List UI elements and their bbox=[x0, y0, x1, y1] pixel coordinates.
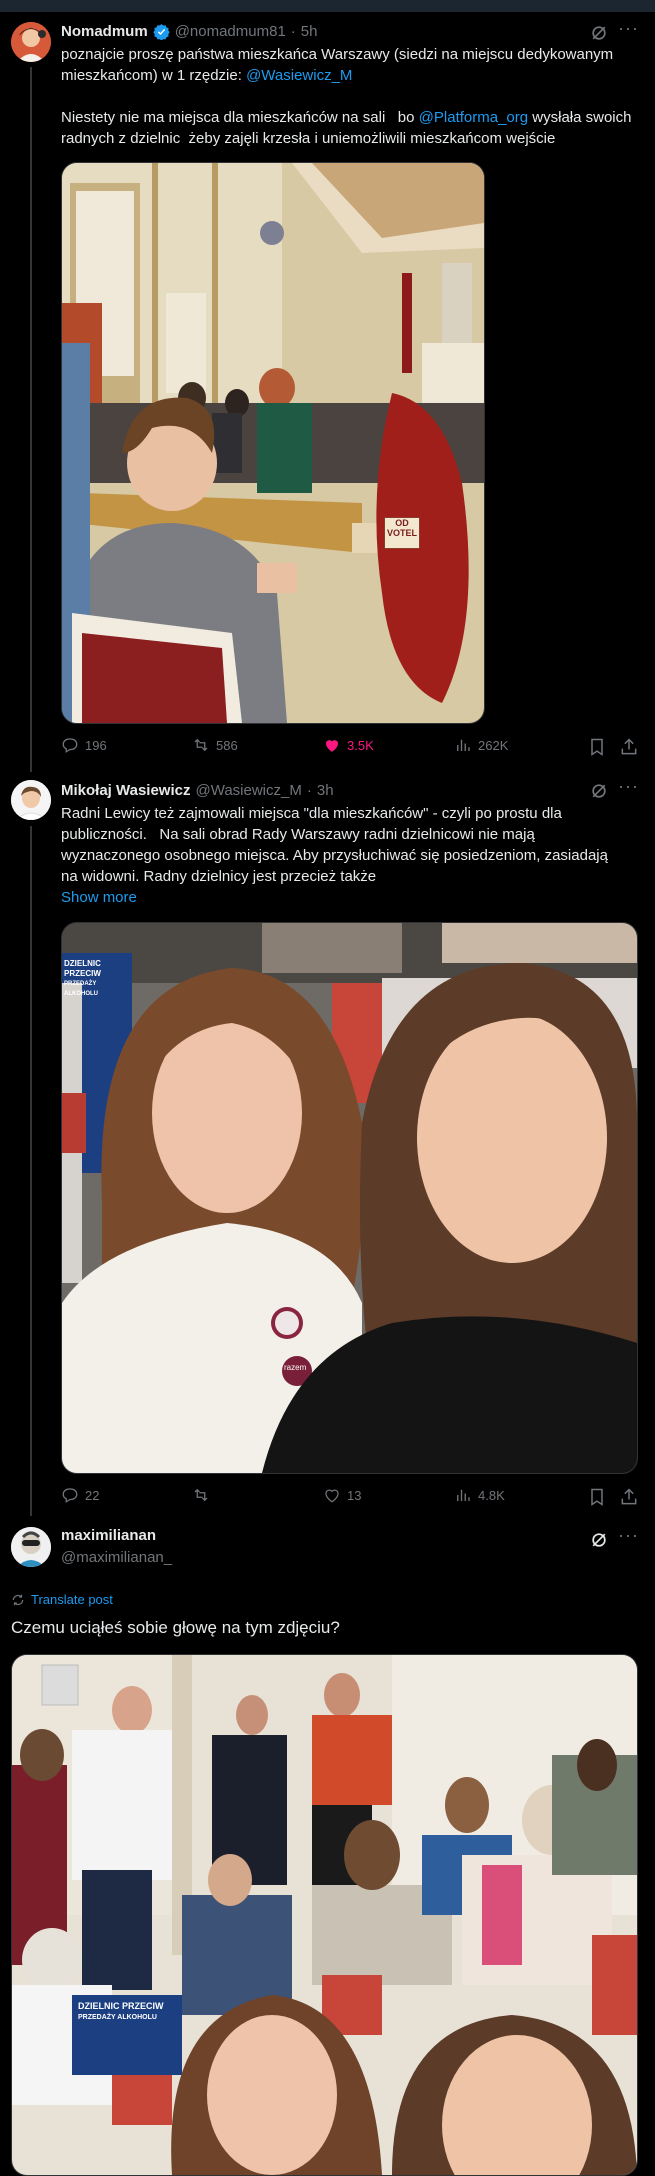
avatar[interactable] bbox=[11, 22, 51, 62]
display-name[interactable]: Nomadmum bbox=[61, 23, 148, 40]
like-count: 3.5K bbox=[347, 737, 374, 753]
mention-link[interactable]: @Wasiewicz_M bbox=[246, 67, 352, 84]
tweet-header: maximilianan bbox=[61, 1527, 156, 1544]
top-strip bbox=[0, 0, 655, 12]
reply-button[interactable]: 22 bbox=[61, 1486, 99, 1504]
repost-icon bbox=[194, 738, 208, 752]
pin-badge: razem bbox=[284, 1363, 307, 1372]
timestamp[interactable]: 5h bbox=[301, 23, 318, 40]
tweet-photo[interactable]: OD VOTEL bbox=[61, 162, 485, 724]
handle[interactable]: @nomadmum81 bbox=[175, 23, 286, 40]
show-more-link[interactable]: Show more bbox=[61, 887, 137, 908]
more-options-icon[interactable]: ··· bbox=[618, 18, 639, 39]
heart-icon bbox=[325, 1489, 339, 1503]
repost-icon bbox=[194, 1488, 208, 1502]
tweet-nomadmum[interactable]: Nomadmum @nomadmum81 · 5h ··· poznajcie … bbox=[0, 12, 655, 772]
reply-icon bbox=[62, 1488, 78, 1503]
mention-link[interactable]: @Platforma_org bbox=[419, 109, 528, 126]
views-button[interactable]: 4.8K bbox=[454, 1486, 505, 1504]
views-button[interactable]: 262K bbox=[454, 736, 508, 754]
reply-icon bbox=[62, 738, 78, 753]
tweet-text: poznajcie proszę państwa mieszkańca Wars… bbox=[61, 46, 636, 147]
thread-line bbox=[30, 67, 32, 772]
desk-sign: OD VOTEL bbox=[384, 517, 420, 549]
bookmark-icon[interactable] bbox=[587, 737, 607, 757]
display-name[interactable]: Mikołaj Wasiewicz bbox=[61, 782, 191, 799]
tweet-photo[interactable]: DZIELNIC PRZECIW PRZEDAŻY ALKOHOLU razem bbox=[61, 922, 638, 1474]
timestamp[interactable]: 3h bbox=[317, 782, 334, 799]
separator: · bbox=[290, 23, 296, 40]
more-options-icon[interactable]: ··· bbox=[618, 1525, 639, 1546]
repost-button[interactable]: 586 bbox=[192, 736, 238, 754]
reply-button[interactable]: 196 bbox=[61, 736, 107, 754]
views-icon bbox=[457, 1489, 470, 1501]
share-icon[interactable] bbox=[619, 1487, 639, 1507]
heart-filled-icon bbox=[326, 740, 338, 752]
translate-icon bbox=[12, 1594, 24, 1605]
tweet-text: Czemu uciąłeś sobie głowę na tym zdjęciu… bbox=[11, 1618, 340, 1637]
banner-text: DZIELNIC PRZECIW PRZEDAŻY ALKOHOLU bbox=[78, 2001, 164, 2021]
handle[interactable]: @Wasiewicz_M bbox=[196, 782, 302, 799]
grok-icon[interactable] bbox=[589, 1530, 609, 1550]
grok-icon[interactable] bbox=[589, 23, 609, 43]
repost-count: 586 bbox=[216, 737, 238, 753]
tweet-actions: 196 586 3.5K 262K bbox=[61, 736, 641, 758]
view-count: 262K bbox=[478, 737, 509, 753]
more-options-icon[interactable]: ··· bbox=[618, 776, 639, 797]
bookmark-icon[interactable] bbox=[587, 1487, 607, 1507]
tweet-header: Nomadmum @nomadmum81 · 5h bbox=[61, 23, 317, 40]
translate-post-link[interactable]: Translate post bbox=[11, 1592, 113, 1607]
like-count: 13 bbox=[347, 1487, 362, 1503]
banner-text: DZIELNIC PRZECIW PRZEDAŻY ALKOHOLU bbox=[64, 959, 101, 997]
grok-icon[interactable] bbox=[589, 781, 609, 801]
reply-count: 22 bbox=[85, 1487, 100, 1503]
tweet-photo[interactable]: DZIELNIC PRZECIW PRZEDAŻY ALKOHOLU bbox=[11, 1654, 638, 2176]
reply-count: 196 bbox=[85, 737, 107, 753]
handle[interactable]: @maximilianan_ bbox=[61, 1549, 172, 1566]
avatar[interactable] bbox=[11, 780, 51, 820]
verified-badge-icon bbox=[152, 24, 170, 40]
views-icon bbox=[457, 739, 470, 751]
like-button[interactable]: 3.5K bbox=[323, 736, 374, 754]
repost-button[interactable] bbox=[192, 1486, 216, 1504]
view-count: 4.8K bbox=[478, 1487, 505, 1503]
separator: · bbox=[306, 782, 312, 799]
avatar[interactable] bbox=[11, 1527, 51, 1567]
tweet-subheader: @maximilianan_ bbox=[61, 1549, 172, 1566]
thread-line bbox=[30, 826, 32, 1516]
share-icon[interactable] bbox=[619, 737, 639, 757]
tweet-maximilianan[interactable]: maximilianan @maximilianan_ ··· Translat… bbox=[0, 1512, 655, 2176]
tweet-actions: 22 13 4.8K bbox=[61, 1486, 641, 1508]
display-name[interactable]: maximilianan bbox=[61, 1527, 156, 1544]
tweet-header: Mikołaj Wasiewicz @Wasiewicz_M · 3h bbox=[61, 782, 334, 799]
tweet-text: Radni Lewicy też zajmowali miejsca "dla … bbox=[61, 805, 613, 885]
like-button[interactable]: 13 bbox=[323, 1486, 361, 1504]
tweet-wasiewicz[interactable]: Mikołaj Wasiewicz @Wasiewicz_M · 3h ··· … bbox=[0, 772, 655, 1516]
